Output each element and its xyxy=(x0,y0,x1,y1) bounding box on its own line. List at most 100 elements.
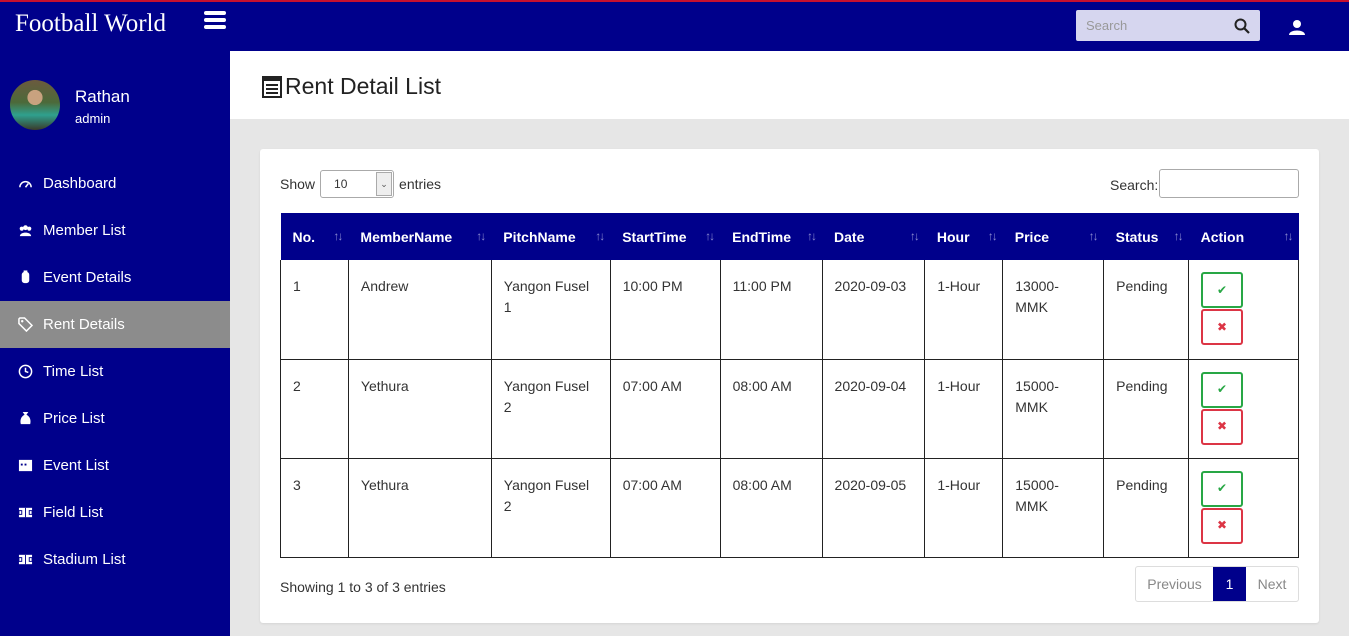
entries-select-value: 10 xyxy=(334,177,348,191)
sort-icon: ↑↓ xyxy=(909,229,920,243)
chevron-down-icon: ⌄ xyxy=(376,172,393,196)
column-header-starttime[interactable]: StartTime ↑↓ xyxy=(610,213,721,260)
page-title: Rent Detail List xyxy=(262,73,441,100)
top-navbar: Football World xyxy=(0,0,1349,51)
table-header-row: No. ↑↓ MemberName ↑↓ PitchName ↑↓ StartTime… xyxy=(280,213,1299,260)
table-info: Showing 1 to 3 of 3 entries xyxy=(280,579,446,595)
cell-hour: 1-Hour xyxy=(924,358,1004,459)
sidebar-item-dashboard[interactable]: Dashboard xyxy=(0,160,230,207)
users-icon xyxy=(19,225,32,237)
sidebar-item-event-list[interactable]: Event List xyxy=(0,442,230,489)
sort-icon: ↑↓ xyxy=(333,229,343,243)
cell-no: 3 xyxy=(280,457,349,558)
table-search-label: Search: xyxy=(1110,177,1159,193)
close-icon: ✖ xyxy=(1217,319,1228,334)
cell-status: Pending xyxy=(1103,457,1190,558)
clock-icon xyxy=(18,364,33,379)
sort-icon: ↑↓ xyxy=(476,229,486,243)
sidebar: Rathan admin Dashboard Member List Event… xyxy=(0,51,230,636)
column-header-action[interactable]: Action ↑↓ xyxy=(1188,213,1299,260)
cell-hour: 1-Hour xyxy=(924,260,1004,360)
cell-no: 1 xyxy=(280,260,349,360)
cell-start-time: 07:00 AM xyxy=(609,457,721,558)
column-header-pitchname[interactable]: PitchName ↑↓ xyxy=(491,213,611,260)
sidebar-item-field-list[interactable]: Field List xyxy=(0,489,230,536)
sidebar-item-rent-details[interactable]: Rent Details xyxy=(0,301,230,348)
cell-status: Pending xyxy=(1103,260,1190,360)
sidebar-item-member-list[interactable]: Member List xyxy=(0,207,230,254)
previous-page-button[interactable]: Previous xyxy=(1136,567,1213,601)
column-header-endtime[interactable]: EndTime ↑↓ xyxy=(720,213,823,260)
cell-pitch: Yangon Fusel 2 xyxy=(490,358,611,459)
sidebar-item-event-details[interactable]: Event Details xyxy=(0,254,230,301)
cell-end-time: 08:00 AM xyxy=(719,358,823,459)
cell-date: 2020-09-03 xyxy=(821,260,926,360)
column-header-membername[interactable]: MemberName ↑↓ xyxy=(348,213,492,260)
global-search-input[interactable] xyxy=(1076,10,1226,41)
user-icon[interactable] xyxy=(1289,19,1305,35)
cell-action: ✔ ✖ xyxy=(1188,358,1299,459)
reject-button[interactable]: ✖ xyxy=(1201,507,1244,544)
cell-start-time: 07:00 AM xyxy=(609,358,721,459)
entries-select[interactable]: 10 ⌄ xyxy=(320,170,395,198)
sort-icon: ↑↓ xyxy=(1173,229,1184,243)
table-search-input[interactable] xyxy=(1159,169,1299,198)
field-icon xyxy=(18,507,33,518)
page-header: Rent Detail List xyxy=(230,51,1349,119)
sidebar-item-label: Stadium List xyxy=(43,551,126,568)
sidebar-item-stadium-list[interactable]: Stadium List xyxy=(0,536,230,583)
menu-toggle-icon[interactable] xyxy=(204,11,226,31)
sidebar-item-label: Event List xyxy=(43,457,109,474)
close-icon: ✖ xyxy=(1217,518,1228,532)
table-row: 3 Yethura Yangon Fusel 2 07:00 AM 08:00 … xyxy=(280,457,1299,558)
sort-icon: ↑↓ xyxy=(987,229,998,243)
next-page-button[interactable]: Next xyxy=(1246,567,1298,601)
column-header-status[interactable]: Status ↑↓ xyxy=(1103,213,1189,260)
cell-date: 2020-09-05 xyxy=(821,457,926,558)
table-row: 1 Andrew Yangon Fusel 1 10:00 PM 11:00 P… xyxy=(280,260,1299,360)
show-label: Show xyxy=(280,176,316,192)
pagination: Previous 1 Next xyxy=(1135,566,1299,602)
reject-button[interactable]: ✖ xyxy=(1201,408,1244,445)
sidebar-item-label: Member List xyxy=(43,222,126,239)
approve-button[interactable]: ✔ xyxy=(1201,272,1244,308)
show-entries-control: Show 10 ⌄ entries xyxy=(280,170,441,198)
reject-button[interactable]: ✖ xyxy=(1201,309,1244,345)
list-document-icon xyxy=(262,75,282,98)
brand-title[interactable]: Football World xyxy=(15,10,166,38)
sort-icon: ↑↓ xyxy=(807,229,817,243)
cell-end-time: 11:00 PM xyxy=(719,260,823,360)
calendar-icon xyxy=(18,459,33,472)
sidebar-item-label: Dashboard xyxy=(43,175,117,192)
table-row: 2 Yethura Yangon Fusel 2 07:00 AM 08:00 … xyxy=(280,358,1299,459)
close-icon: ✖ xyxy=(1217,419,1228,433)
cell-price: 15000- MMK xyxy=(1002,457,1105,558)
sidebar-item-time-list[interactable]: Time List xyxy=(0,348,230,395)
check-icon: ✔ xyxy=(1217,382,1228,396)
page-title-text: Rent Detail List xyxy=(285,73,441,99)
column-header-price[interactable]: Price ↑↓ xyxy=(1002,213,1104,260)
rent-detail-card: Show 10 ⌄ entries Search: No. ↑↓ MemberNa… xyxy=(260,149,1319,623)
page-1-button[interactable]: 1 xyxy=(1213,567,1246,601)
tag-icon xyxy=(18,317,33,332)
cell-end-time: 08:00 AM xyxy=(719,457,823,558)
cell-status: Pending xyxy=(1103,358,1190,459)
column-header-hour[interactable]: Hour ↑↓ xyxy=(924,213,1003,260)
approve-button[interactable]: ✔ xyxy=(1201,470,1244,507)
cell-pitch: Yangon Fusel 1 xyxy=(490,260,611,360)
approve-button[interactable]: ✔ xyxy=(1201,371,1244,408)
sidebar-item-label: Event Details xyxy=(43,269,132,286)
search-icon[interactable] xyxy=(1234,18,1250,34)
event-icon xyxy=(21,270,30,284)
cell-member: Yethura xyxy=(347,358,492,459)
column-header-date[interactable]: Date ↑↓ xyxy=(822,213,925,260)
sidebar-item-price-list[interactable]: Price List xyxy=(0,395,230,442)
cell-hour: 1-Hour xyxy=(924,457,1004,558)
sidebar-item-label: Rent Details xyxy=(43,316,125,333)
check-icon: ✔ xyxy=(1217,282,1228,297)
cell-date: 2020-09-04 xyxy=(821,358,926,459)
profile-name: Rathan xyxy=(75,87,130,106)
sort-icon: ↑↓ xyxy=(1283,229,1294,243)
column-header-no[interactable]: No. ↑↓ xyxy=(280,213,349,260)
sidebar-item-label: Time List xyxy=(43,363,104,380)
